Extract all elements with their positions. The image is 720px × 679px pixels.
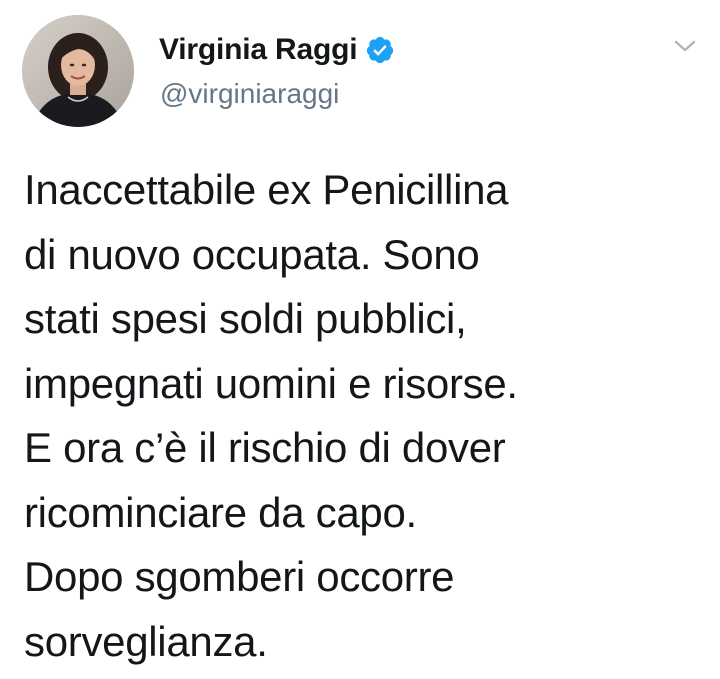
verified-badge-icon <box>365 35 395 65</box>
tweet-card: Virginia Raggi @virginiaraggi Inaccettab… <box>0 0 720 679</box>
avatar[interactable] <box>22 15 134 127</box>
author-name-row[interactable]: Virginia Raggi <box>159 28 395 72</box>
tweet-text-line: stati spesi soldi pubblici, <box>24 295 467 342</box>
tweet-text-line: Inaccettabile ex Penicillina <box>24 166 509 213</box>
chevron-down-icon[interactable] <box>672 36 698 56</box>
tweet-text: Inaccettabile ex Penicillina di nuovo oc… <box>24 158 704 674</box>
tweet-text-line: E ora c’è il rischio di dover <box>24 424 506 471</box>
tweet-text-line: ricominciare da capo. <box>24 488 417 536</box>
profile-photo-icon <box>22 15 134 127</box>
tweet-text-line: Dopo sgomberi occorre <box>24 553 455 600</box>
author-handle[interactable]: @virginiaraggi <box>160 78 339 110</box>
tweet-text-line: impegnati uomini e risorse. <box>24 359 518 407</box>
author-display-name[interactable]: Virginia Raggi <box>159 33 358 67</box>
tweet-text-line: sorveglianza. <box>24 617 268 665</box>
tweet-text-line: di nuovo occupata. Sono <box>24 230 480 278</box>
